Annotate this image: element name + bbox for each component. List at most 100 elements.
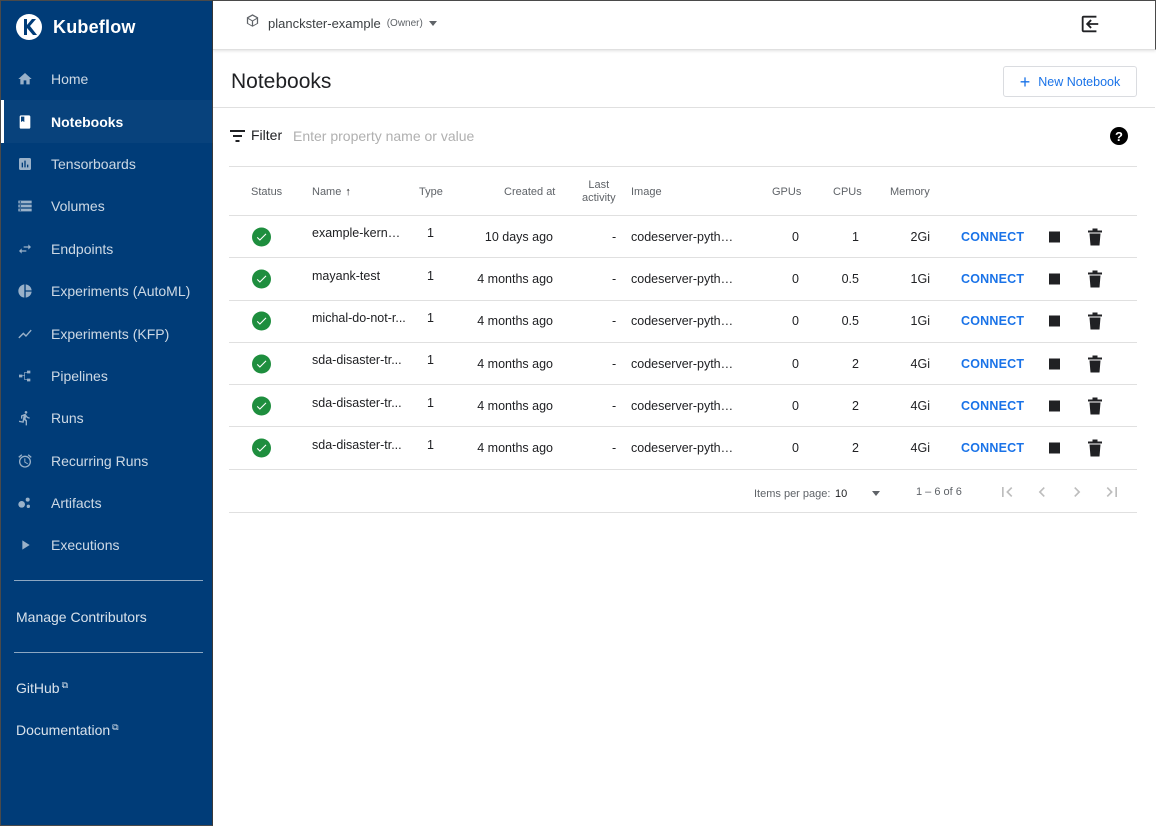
notebook-memory: 4Gi [910,398,930,413]
page-range: 1 – 6 of 6 [916,485,962,498]
plus-icon: + [1019,71,1031,92]
delete-icon[interactable] [1088,228,1102,246]
notebook-name[interactable]: sda-disaster-tr... [312,438,407,452]
status-cell [252,227,271,247]
notebook-name[interactable]: example-kernel... [312,226,407,240]
documentation-link[interactable]: Documentation ⧉ [16,722,119,738]
delete-icon[interactable] [1088,439,1102,457]
top-bar: planckster-example (Owner) [213,0,1156,50]
notebook-type: 1 [427,226,434,241]
sidebar-item-endpoints[interactable]: Endpoints [1,228,213,270]
table-row[interactable]: mayank-test 1 4 months ago - codeserver-pyth… [229,258,1137,301]
sidebar-item-pipelines[interactable]: Pipelines [1,355,213,397]
delete-icon[interactable] [1088,355,1102,373]
header-memory: Memory [890,186,930,198]
notebook-name[interactable]: sda-disaster-tr... [312,396,407,410]
sidebar-item-label: Endpoints [51,240,114,257]
notebook-memory: 1Gi [910,314,930,329]
first-page-icon[interactable] [997,482,1017,502]
notebook-name[interactable]: michal-do-not-r... [312,311,407,325]
header-name[interactable]: Name ↑ [312,186,351,198]
table-row[interactable]: sda-disaster-tr... 1 4 months ago - codeserv… [229,427,1137,470]
sidebar-item-label: Recurring Runs [51,452,149,469]
sidebar-item-artifacts[interactable]: Artifacts [1,482,213,524]
notebook-image: codeserver-pytho... [631,271,736,286]
connect-button[interactable]: CONNECT [961,314,1024,328]
header-last-activity-line2: activity [582,192,616,204]
sidebar-item-label: Notebooks [51,113,124,130]
stop-icon[interactable] [1049,315,1060,327]
items-per-page-label: Items per page: [754,487,831,500]
alarm-icon [17,453,33,469]
notebook-cpus: 1 [852,229,859,244]
sidebar-item-tensorboards[interactable]: Tensorboards [1,143,213,185]
chevron-down-icon [428,20,437,26]
automl-icon [17,283,33,299]
new-notebook-label: New Notebook [1038,74,1121,89]
notebook-name[interactable]: mayank-test [312,269,407,283]
connect-button[interactable]: CONNECT [961,230,1024,244]
documentation-label: Documentation [16,722,111,738]
kfp-icon [17,326,33,342]
filter-icon [230,130,245,142]
notebook-image: codeserver-pytho... [631,398,736,413]
help-icon[interactable]: ? [1110,127,1128,145]
sidebar-divider [14,580,203,581]
stop-icon[interactable] [1049,442,1060,454]
stop-icon[interactable] [1049,358,1060,370]
delete-icon[interactable] [1088,270,1102,288]
sidebar-item-label: Experiments (AutoML) [51,283,191,300]
sidebar-item-volumes[interactable]: Volumes [1,185,213,227]
check-circle-icon [252,438,271,458]
connect-button[interactable]: CONNECT [961,272,1024,286]
github-link[interactable]: GitHub ⧉ [16,680,68,696]
notebook-cpus: 0.5 [841,314,859,329]
notebook-memory: 1Gi [910,271,930,286]
connect-button[interactable]: CONNECT [961,441,1024,455]
sidebar-divider [14,652,203,653]
chevron-down-icon[interactable] [872,490,880,496]
manage-contributors-link[interactable]: Manage Contributors [16,609,147,625]
table-row[interactable]: sda-disaster-tr... 1 4 months ago - codeserv… [229,343,1137,386]
notebook-name[interactable]: sda-disaster-tr... [312,353,407,367]
previous-page-icon[interactable] [1032,482,1052,502]
stop-icon[interactable] [1049,400,1060,412]
status-cell [252,269,271,289]
logout-icon[interactable] [1079,13,1101,35]
connect-button[interactable]: CONNECT [961,399,1024,413]
sidebar-item-recurring-runs[interactable]: Recurring Runs [1,440,213,482]
notebook-icon [17,114,33,130]
notebook-last-activity: - [612,271,617,286]
header-last-activity-line1: Last [588,179,610,191]
new-notebook-button[interactable]: + New Notebook [1003,66,1137,97]
sidebar-item-notebooks[interactable]: Notebooks [1,100,213,144]
sidebar-item-experiments-automl[interactable]: Experiments (AutoML) [1,270,213,312]
filter-input[interactable] [293,126,893,146]
notebook-created: 4 months ago [477,271,553,286]
notebook-image: codeserver-pytho... [631,314,736,329]
notebook-last-activity: - [612,356,617,371]
notebook-cpus: 0.5 [841,271,859,286]
stop-icon[interactable] [1049,231,1060,243]
last-page-icon[interactable] [1102,482,1122,502]
sidebar-item-home[interactable]: Home [1,58,213,100]
sidebar-item-runs[interactable]: Runs [1,397,213,439]
table-row[interactable]: michal-do-not-r... 1 4 months ago - codeserv… [229,301,1137,343]
next-page-icon[interactable] [1067,482,1087,502]
notebook-last-activity: - [612,441,617,456]
stop-icon[interactable] [1049,273,1060,285]
delete-icon[interactable] [1088,397,1102,415]
sidebar-item-experiments-kfp[interactable]: Experiments (KFP) [1,312,213,354]
delete-icon[interactable] [1088,312,1102,330]
check-circle-icon [252,227,271,247]
sidebar-item-executions[interactable]: Executions [1,524,213,566]
notebook-image: codeserver-pytho... [631,356,736,371]
header-cpus: CPUs [833,186,862,198]
paginator: Items per page: 10 1 – 6 of 6 [229,470,1137,513]
connect-button[interactable]: CONNECT [961,357,1024,371]
namespace-selector[interactable]: planckster-example (Owner) [245,13,437,33]
brand[interactable]: Kubeflow [15,11,136,43]
table-row[interactable]: sda-disaster-tr... 1 4 months ago - codeserv… [229,385,1137,428]
table-row[interactable]: example-kernel... 1 10 days ago - codeserver… [229,216,1137,259]
external-link-icon: ⧉ [61,680,69,690]
